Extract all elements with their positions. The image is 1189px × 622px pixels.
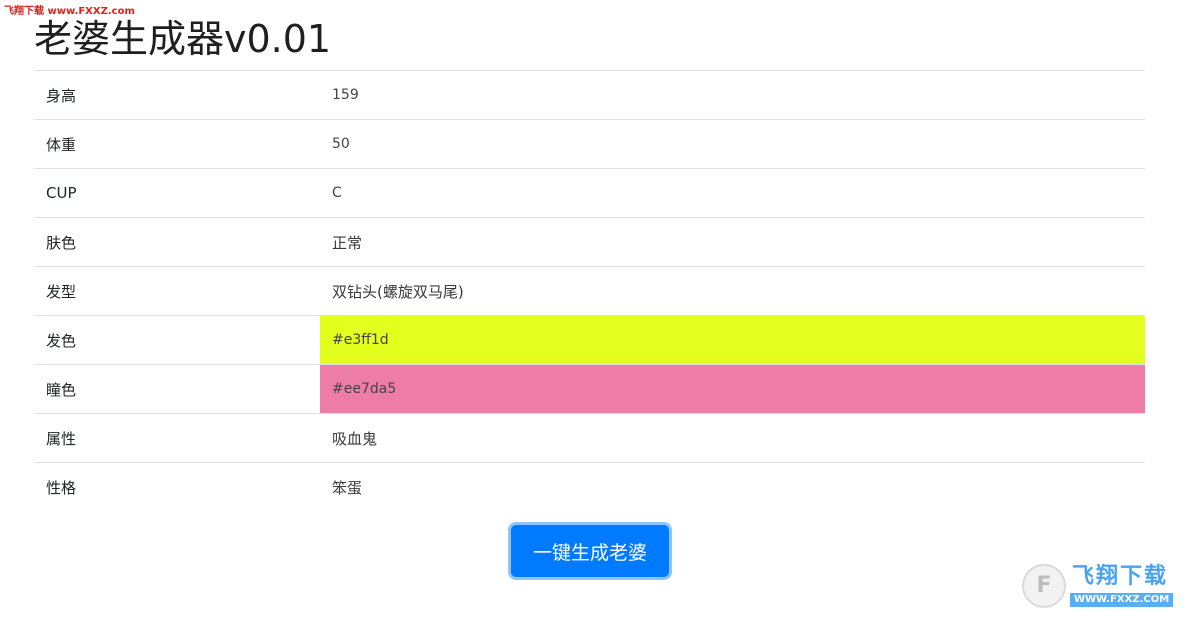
table-row: 属性 吸血鬼 [34, 413, 1145, 463]
page-title: 老婆生成器v0.01 [34, 17, 332, 61]
table-row: 发型 双钻头(螺旋双马尾) [34, 266, 1145, 316]
attribute-key-eye-color: 瞳色 [34, 364, 320, 414]
attribute-key-personality: 性格 [34, 462, 320, 511]
logo-url: WWW.FXXZ.COM [1070, 593, 1174, 607]
attribute-key-trait: 属性 [34, 413, 320, 463]
attribute-key-height: 身高 [34, 70, 320, 120]
attribute-value-weight: 50 [320, 119, 1145, 169]
attribute-value-eye-color: #ee7da5 [320, 364, 1145, 414]
table-row: 身高 159 [34, 70, 1145, 120]
attribute-key-skin: 肤色 [34, 217, 320, 267]
attribute-value-cup: C [320, 168, 1145, 218]
attribute-value-skin: 正常 [320, 217, 1145, 267]
attribute-key-weight: 体重 [34, 119, 320, 169]
table-row: 肤色 正常 [34, 217, 1145, 267]
attribute-value-height: 159 [320, 70, 1145, 120]
attribute-value-hair-color: #e3ff1d [320, 315, 1145, 365]
table-row: 性格 笨蛋 [34, 462, 1145, 511]
logo-emblem-icon: F [1022, 564, 1066, 608]
table-row: CUP C [34, 168, 1145, 218]
table-row: 瞳色 #ee7da5 [34, 364, 1145, 414]
site-logo-watermark: F 飞翔下载 WWW.FXXZ.COM [1022, 562, 1182, 612]
attribute-value-trait: 吸血鬼 [320, 413, 1145, 463]
table-row: 体重 50 [34, 119, 1145, 169]
attributes-table: 身高 159 体重 50 CUP C 肤色 正常 发型 双钻头(螺旋双马尾) 发… [34, 70, 1145, 511]
logo-text: 飞翔下载 [1072, 564, 1169, 589]
attribute-key-hairstyle: 发型 [34, 266, 320, 316]
attributes-table-body: 身高 159 体重 50 CUP C 肤色 正常 发型 双钻头(螺旋双马尾) 发… [34, 70, 1145, 511]
attribute-value-hairstyle: 双钻头(螺旋双马尾) [320, 266, 1145, 316]
page: 飞翔下载 www.FXXZ.com 老婆生成器v0.01 身高 159 体重 5… [0, 0, 1189, 622]
attribute-key-hair-color: 发色 [34, 315, 320, 365]
generate-wife-button[interactable]: 一键生成老婆 [511, 525, 669, 577]
attribute-key-cup: CUP [34, 168, 320, 218]
table-row: 发色 #e3ff1d [34, 315, 1145, 365]
attribute-value-personality: 笨蛋 [320, 462, 1145, 511]
